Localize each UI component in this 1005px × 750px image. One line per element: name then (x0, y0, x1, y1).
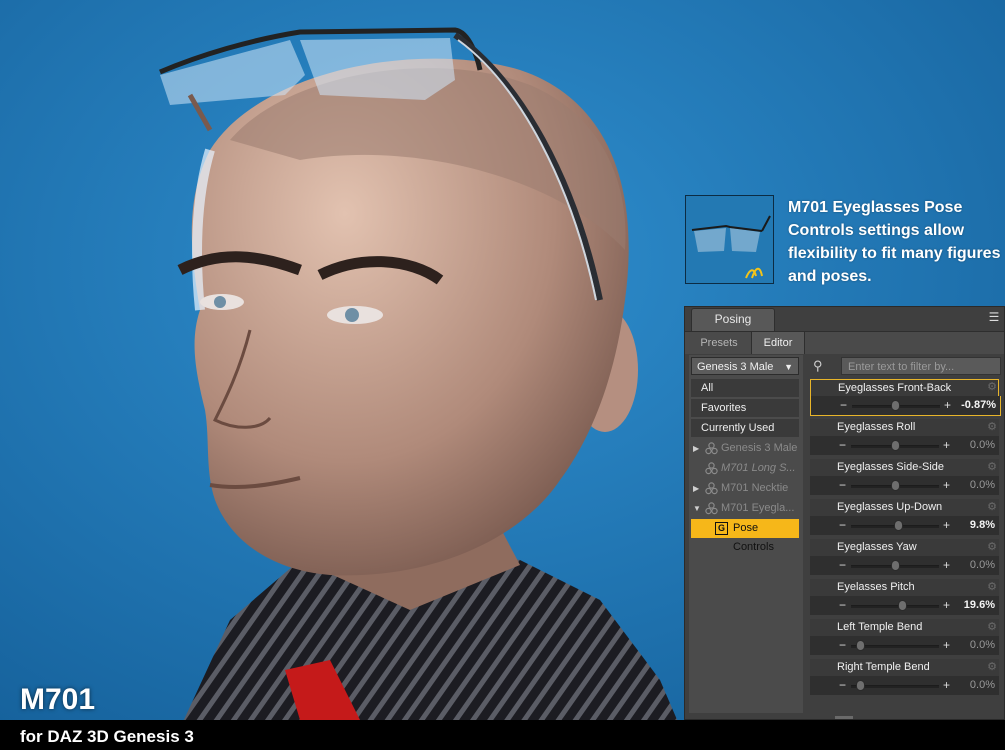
slider-eyelasses-pitch[interactable]: Eyelasses Pitch ⚙ − +19.6% (810, 579, 999, 617)
slider-body: − +0.0% (810, 556, 999, 575)
gear-icon[interactable]: ⚙ (987, 461, 997, 473)
slider-value[interactable]: -0.87% (944, 396, 996, 415)
collapse-arrow-icon[interactable]: ▼ (693, 499, 701, 518)
slider-label: Eyeglasses Roll (810, 419, 999, 436)
slider-eyeglasses-roll[interactable]: Eyeglasses Roll ⚙ − +0.0% (810, 419, 999, 457)
slider-body: − +0.0% (810, 636, 999, 655)
figure-node-icon (705, 502, 718, 515)
figure-node-icon (705, 462, 718, 475)
decrement-button[interactable]: − (839, 438, 846, 452)
slider-label: Eyeglasses Yaw (810, 539, 999, 556)
tab-editor[interactable]: Editor (751, 332, 805, 354)
slider-value[interactable]: 0.0% (943, 476, 995, 495)
group-badge-icon: G (715, 522, 728, 535)
slider-label: Eyeglasses Front-Back (810, 379, 999, 396)
decrement-button[interactable]: − (839, 598, 846, 612)
eyeglasses-thumbnail (685, 195, 774, 284)
tab-presets[interactable]: Presets (689, 332, 749, 354)
slider-value[interactable]: 0.0% (943, 436, 995, 455)
gear-icon[interactable]: ⚙ (987, 381, 997, 393)
tree-item-label: Genesis 3 Male (721, 442, 798, 454)
gear-icon[interactable]: ⚙ (987, 661, 997, 673)
slider-body: − +19.6% (810, 596, 999, 615)
tree-item-label: Pose Controls (733, 522, 774, 553)
slider-eyeglasses-yaw[interactable]: Eyeglasses Yaw ⚙ − +0.0% (810, 539, 999, 577)
slider-body: − +0.0% (810, 676, 999, 695)
figure-node-icon (705, 482, 718, 495)
slider-body: − + -0.87% (810, 396, 1001, 416)
tree-item-m701-long-sleeve[interactable]: M701 Long S... (691, 459, 799, 478)
tree-item-pose-controls[interactable]: G Pose Controls (691, 519, 799, 553)
filter-bar: ⚲ Enter text to filter by... (811, 357, 1001, 375)
slider-handle[interactable] (890, 480, 900, 491)
figure-select-value: Genesis 3 Male (697, 361, 774, 373)
slider-label: Eyeglasses Up-Down (810, 499, 999, 516)
slider-label: Left Temple Bend (810, 619, 999, 636)
slider-eyeglasses-up-down[interactable]: Eyeglasses Up-Down ⚙ − +9.8% (810, 499, 999, 537)
caption-bar: for DAZ 3D Genesis 3 (0, 720, 1005, 750)
slider-handle[interactable] (856, 680, 866, 691)
gear-icon[interactable]: ⚙ (987, 581, 997, 593)
slider-handle[interactable] (894, 520, 904, 531)
figure-node-icon (705, 442, 718, 455)
tree-item-genesis-3-male[interactable]: ▶ Genesis 3 Male (691, 439, 799, 458)
dropdown-arrow-icon: ▼ (784, 362, 793, 372)
slider-label: Eyeglasses Side-Side (810, 459, 999, 476)
decrement-button[interactable]: − (839, 478, 846, 492)
tree-item-label: M701 Necktie (721, 482, 789, 494)
pane-menu-icon[interactable]: ☰ (987, 310, 1001, 324)
decrement-button[interactable]: − (840, 398, 847, 412)
figure-select[interactable]: Genesis 3 Male ▼ (691, 357, 799, 375)
tree-item-m701-eyeglasses[interactable]: ▼ M701 Eyegla... (691, 499, 799, 518)
slider-value[interactable]: 0.0% (943, 636, 995, 655)
search-icon[interactable]: ⚲ (813, 357, 833, 375)
property-slider-list: ⚲ Enter text to filter by... Eyeglasses … (809, 355, 1004, 713)
tree-item-label: M701 Long S... (721, 462, 796, 474)
tree-item-all[interactable]: All (691, 379, 799, 398)
decrement-button[interactable]: − (839, 558, 846, 572)
gear-icon[interactable]: ⚙ (987, 541, 997, 553)
pane-resize-handle[interactable] (835, 716, 853, 719)
slider-left-temple-bend[interactable]: Left Temple Bend ⚙ − +0.0% (810, 619, 999, 657)
tree-item-currently-used[interactable]: Currently Used (691, 419, 799, 438)
property-group-tree: Genesis 3 Male ▼ All Favorites Currently… (689, 355, 803, 713)
feature-description: M701 Eyeglasses Pose Controls settings a… (788, 199, 1001, 285)
tab-posing[interactable]: Posing (691, 308, 775, 331)
decrement-button[interactable]: − (839, 518, 846, 532)
tree-item-favorites[interactable]: Favorites (691, 399, 799, 418)
gear-icon[interactable]: ⚙ (987, 501, 997, 513)
slider-handle[interactable] (897, 600, 907, 611)
expand-arrow-icon[interactable]: ▶ (693, 439, 699, 458)
slider-body: − +0.0% (810, 436, 999, 455)
slider-handle[interactable] (890, 560, 900, 571)
slider-handle[interactable] (856, 640, 866, 651)
slider-eyeglasses-front-back[interactable]: Eyeglasses Front-Back ⚙ − + -0.87% (810, 379, 1001, 417)
slider-value[interactable]: 19.6% (943, 596, 995, 615)
product-code: M701 (20, 683, 96, 716)
posing-subtabs: Presets Editor (685, 331, 1004, 354)
slider-value[interactable]: 0.0% (943, 556, 995, 575)
posing-pane: Posing ☰ Presets Editor Genesis 3 Male ▼… (684, 306, 1005, 720)
slider-value[interactable]: 0.0% (943, 676, 995, 695)
decrement-button[interactable]: − (839, 678, 846, 692)
slider-body: − +0.0% (810, 476, 999, 495)
slider-body: − +9.8% (810, 516, 999, 535)
slider-track[interactable] (851, 605, 939, 608)
caption-text: for DAZ 3D Genesis 3 (20, 727, 194, 746)
expand-arrow-icon[interactable]: ▶ (693, 479, 699, 498)
slider-value[interactable]: 9.8% (943, 516, 995, 535)
slider-label: Right Temple Bend (810, 659, 999, 676)
gear-icon[interactable]: ⚙ (987, 621, 997, 633)
decrement-button[interactable]: − (839, 638, 846, 652)
slider-label: Eyelasses Pitch (810, 579, 999, 596)
slider-handle[interactable] (891, 400, 901, 411)
gear-icon[interactable]: ⚙ (987, 421, 997, 433)
tree-item-label: M701 Eyegla... (721, 502, 795, 514)
slider-handle[interactable] (890, 440, 900, 451)
filter-input[interactable]: Enter text to filter by... (841, 357, 1001, 375)
tree-item-m701-necktie[interactable]: ▶ M701 Necktie (691, 479, 799, 498)
slider-right-temple-bend[interactable]: Right Temple Bend ⚙ − +0.0% (810, 659, 999, 697)
slider-eyeglasses-side-side[interactable]: Eyeglasses Side-Side ⚙ − +0.0% (810, 459, 999, 497)
